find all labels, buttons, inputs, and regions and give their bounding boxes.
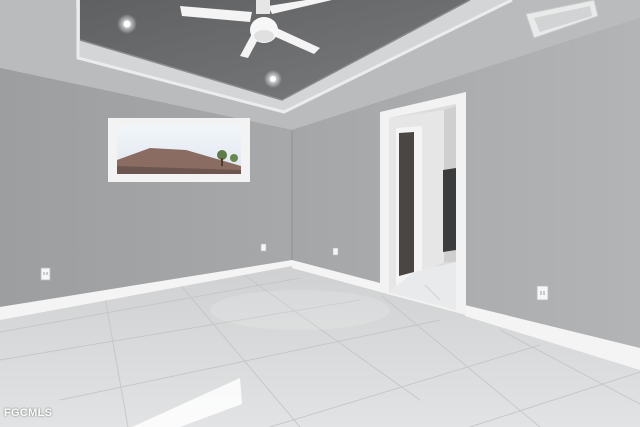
electrical-outlet-icon [332,247,339,256]
doorway [380,92,466,315]
empty-room-photo: FGCMLS [0,0,640,427]
recessed-light-icon [264,70,282,88]
electrical-outlet-icon [40,267,51,281]
watermark: FGCMLS [4,407,53,419]
electrical-outlet-icon [260,243,267,252]
electrical-outlet-icon [536,285,549,301]
recessed-light-icon [117,14,137,34]
room-illustration [0,0,640,427]
window [108,118,250,182]
